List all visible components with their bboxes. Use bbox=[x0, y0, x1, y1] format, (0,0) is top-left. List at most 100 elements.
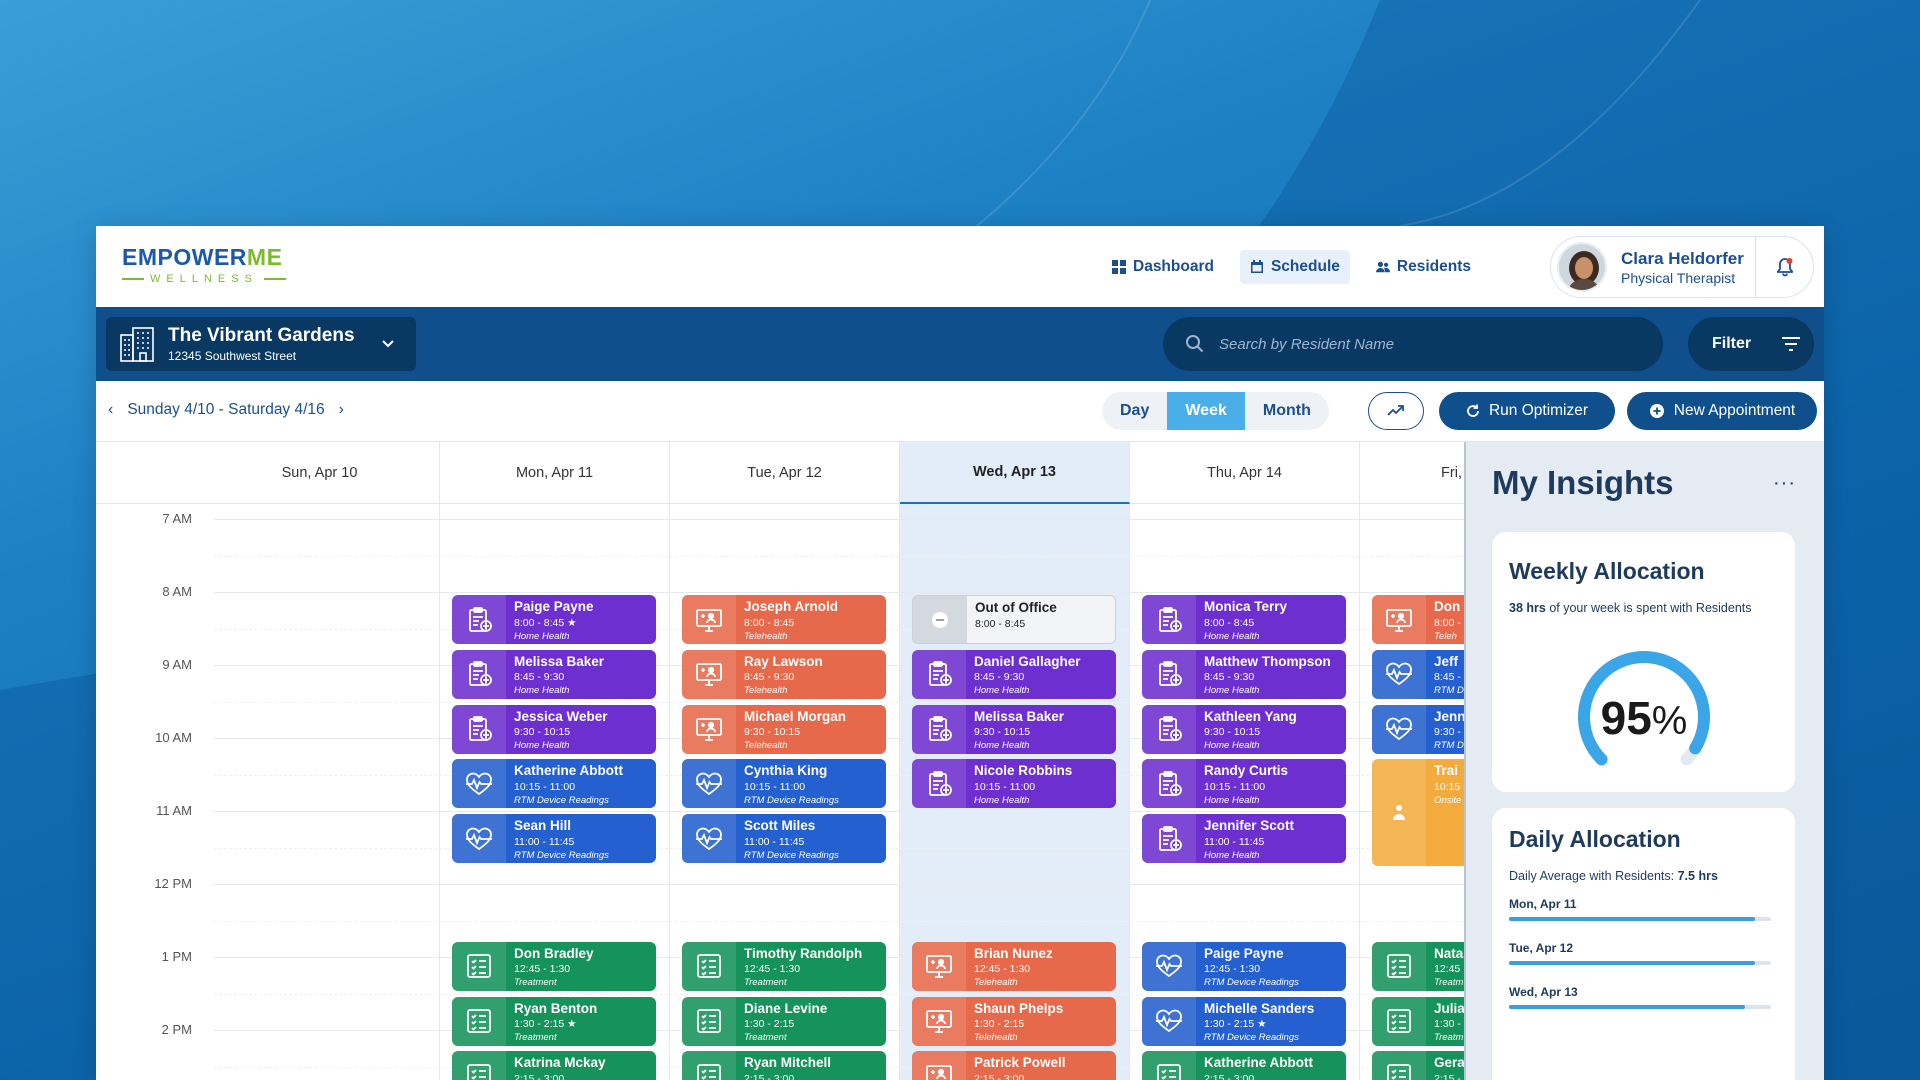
view-month[interactable]: Month bbox=[1245, 392, 1329, 430]
appointment-time: 2:15 - 3:00 bbox=[1204, 1073, 1313, 1080]
appointment-time: 2:15 - 3:00 bbox=[744, 1073, 831, 1080]
nav-residents[interactable]: Residents bbox=[1366, 250, 1481, 284]
appointment-details: Julia 1:30 - Treatm bbox=[1426, 997, 1464, 1046]
appointment-type: Home Health bbox=[1204, 740, 1260, 752]
appointment-card[interactable]: Monica Terry 8:00 - 8:45 Home Health bbox=[1142, 595, 1346, 645]
appointment-time-text: 9:30 - 10:15 bbox=[744, 726, 801, 739]
appointment-card[interactable]: Cynthia King 10:15 - 11:00 RTM Device Read… bbox=[682, 759, 886, 809]
weekly-allocation-card: Weekly Allocation 38 hrs of your week is… bbox=[1492, 532, 1795, 792]
appointment-card[interactable]: Daniel Gallagher 8:45 - 9:30 Home Health bbox=[912, 649, 1116, 699]
appointment-time-text: 2:15 - 3:00 bbox=[514, 1072, 565, 1080]
appointment-card[interactable]: Paige Payne 12:45 - 1:30 RTM Device Readin… bbox=[1142, 941, 1346, 991]
half-hour-line bbox=[214, 555, 1464, 557]
new-appointment-button[interactable]: New Appointment bbox=[1627, 392, 1817, 430]
appointment-time: 2:15 - 3:00 bbox=[514, 1073, 606, 1080]
checklist-icon bbox=[1372, 941, 1426, 991]
clipboard-icon bbox=[912, 649, 966, 699]
appointment-type: Teleh bbox=[1434, 630, 1457, 642]
day-header[interactable]: Thu, Apr 14 bbox=[1130, 442, 1360, 504]
appointment-card[interactable]: Nata 12:45 Treatm bbox=[1372, 941, 1464, 991]
appointment-card[interactable]: Katrina Mckay2:15 - 3:00Treatment bbox=[452, 1051, 656, 1080]
appointment-time-text: 12:45 - 1:30 bbox=[744, 963, 801, 976]
user-name: Clara Heldorfer bbox=[1621, 248, 1744, 268]
appointment-card[interactable]: Matthew Thompson 8:45 - 9:30 Home Health bbox=[1142, 649, 1346, 699]
appointment-card[interactable]: Scott Miles 11:00 - 11:45 RTM Device Readi… bbox=[682, 814, 886, 864]
appointment-card[interactable]: Diane Levine 1:30 - 2:15 Treatment bbox=[682, 996, 886, 1046]
run-optimizer-button[interactable]: Run Optimizer bbox=[1439, 392, 1615, 430]
dashboard-icon bbox=[1112, 260, 1126, 274]
appointment-card[interactable]: Paige Payne 8:00 - 8:45 ★ Home Health bbox=[452, 595, 656, 645]
appointment-card[interactable]: Michael Morgan 9:30 - 10:15 Telehealth bbox=[682, 704, 886, 754]
appointment-card[interactable]: Jessica Weber 9:30 - 10:15 Home Health bbox=[452, 704, 656, 754]
appointment-card[interactable]: Timothy Randolph 12:45 - 1:30 Treatment bbox=[682, 941, 886, 991]
appointment-card[interactable]: Sean Hill 11:00 - 11:45 RTM Device Reading… bbox=[452, 814, 656, 864]
empowerme-logo[interactable]: EMP OWER ME WELLNESS bbox=[122, 244, 302, 294]
appointment-card[interactable]: Katherine Abbott2:15 - 3:00Treatment bbox=[1142, 1051, 1346, 1080]
gauge-value: 95% bbox=[1600, 691, 1688, 744]
nav-schedule[interactable]: Schedule bbox=[1239, 250, 1350, 284]
star-icon: ★ bbox=[564, 616, 577, 629]
appointment-card[interactable]: Trai 10:15 Onsite bbox=[1372, 759, 1464, 866]
appointment-card[interactable]: Melissa Baker 9:30 - 10:15 Home Health bbox=[912, 704, 1116, 754]
daily-bar-fill bbox=[1509, 1005, 1745, 1009]
appointment-name: Ray Lawson bbox=[744, 653, 823, 669]
heart-monitor-icon bbox=[1142, 941, 1196, 991]
appointment-time: 12:45 - 1:30 bbox=[974, 963, 1053, 975]
daily-bar-track bbox=[1509, 1005, 1771, 1009]
daily-bar-row: Wed, Apr 13 bbox=[1509, 985, 1779, 1009]
notifications-button[interactable] bbox=[1755, 237, 1813, 297]
prev-week-button[interactable]: ‹ bbox=[108, 401, 113, 419]
user-profile[interactable]: Clara Heldorfer Physical Therapist bbox=[1550, 236, 1814, 298]
appointment-card[interactable]: Katherine Abbott 10:15 - 11:00 RTM Device … bbox=[452, 759, 656, 809]
search-input[interactable] bbox=[1219, 335, 1619, 353]
appointment-card[interactable]: Jenn 9:30 - RTM D bbox=[1372, 704, 1464, 754]
daily-bars: Mon, Apr 11 Tue, Apr 12 Wed, Apr 13 bbox=[1509, 897, 1779, 1009]
appointment-time: 8:00 - 8:45 bbox=[1204, 617, 1287, 629]
more-options-icon[interactable]: ··· bbox=[1773, 472, 1796, 495]
appointment-card[interactable]: Kathleen Yang 9:30 - 10:15 Home Health bbox=[1142, 704, 1346, 754]
trend-icon bbox=[1387, 405, 1404, 416]
telehealth-monitor-icon bbox=[912, 996, 966, 1046]
appointment-details: Daniel Gallagher 8:45 - 9:30 Home Health bbox=[966, 650, 1081, 699]
appointment-details: Sean Hill 11:00 - 11:45 RTM Device Reading… bbox=[506, 814, 609, 863]
appointment-card[interactable]: Melissa Baker 8:45 - 9:30 Home Health bbox=[452, 649, 656, 699]
appointment-card[interactable]: Julia 1:30 - Treatm bbox=[1372, 996, 1464, 1046]
appointment-card[interactable]: Ray Lawson 8:45 - 9:30 Telehealth bbox=[682, 649, 886, 699]
day-header[interactable]: Sun, Apr 10 bbox=[200, 442, 440, 504]
view-day[interactable]: Day bbox=[1102, 392, 1167, 430]
appointment-time-text: 1:30 - 2:15 bbox=[974, 1018, 1025, 1031]
day-header[interactable]: Mon, Apr 11 bbox=[440, 442, 670, 504]
appointment-card[interactable]: Out of Office 8:00 - 8:45 bbox=[912, 595, 1116, 645]
appointment-card[interactable]: Don 8:00 - Teleh bbox=[1372, 595, 1464, 645]
appointment-card[interactable]: Jennifer Scott 11:00 - 11:45 Home Health bbox=[1142, 814, 1346, 864]
filter-button[interactable]: Filter bbox=[1688, 317, 1814, 371]
daily-bar-fill bbox=[1509, 917, 1756, 921]
next-week-button[interactable]: › bbox=[339, 401, 344, 419]
appointment-card[interactable]: Gera2:15 -Treatm bbox=[1372, 1051, 1464, 1080]
appointment-card[interactable]: Ryan Mitchell2:15 - 3:00Treatment bbox=[682, 1051, 886, 1080]
facility-selector[interactable]: The Vibrant Gardens 12345 Southwest Stre… bbox=[106, 317, 416, 371]
appointment-name: Trai bbox=[1434, 763, 1459, 779]
search-box bbox=[1163, 317, 1663, 371]
daily-bar-track bbox=[1509, 961, 1771, 965]
appointment-card[interactable]: Jeff 8:45 - RTM D bbox=[1372, 649, 1464, 699]
appointment-name: Daniel Gallagher bbox=[974, 653, 1081, 669]
appointment-time-text: 9:30 - 10:15 bbox=[1204, 726, 1261, 739]
view-week[interactable]: Week bbox=[1167, 392, 1245, 430]
appointment-card[interactable]: Shaun Phelps 1:30 - 2:15 Telehealth bbox=[912, 996, 1116, 1046]
appointment-card[interactable]: Randy Curtis 10:15 - 11:00 Home Health bbox=[1142, 759, 1346, 809]
appointment-card[interactable]: Patrick Powell2:15 - 3:00Telehealth bbox=[912, 1051, 1116, 1080]
appointment-card[interactable]: Michelle Sanders 1:30 - 2:15 ★ RTM Device … bbox=[1142, 996, 1346, 1046]
day-header[interactable]: Tue, Apr 12 bbox=[670, 442, 900, 504]
appointment-card[interactable]: Ryan Benton 1:30 - 2:15 ★ Treatment bbox=[452, 996, 656, 1046]
insights-trend-button[interactable] bbox=[1368, 392, 1424, 430]
appointment-card[interactable]: Nicole Robbins 10:15 - 11:00 Home Health bbox=[912, 759, 1116, 809]
day-header[interactable]: Wed, Apr 13 bbox=[900, 442, 1130, 504]
appointment-card[interactable]: Don Bradley 12:45 - 1:30 Treatment bbox=[452, 941, 656, 991]
checklist-icon bbox=[682, 1051, 736, 1080]
appointment-type: Treatment bbox=[744, 977, 787, 989]
day-header[interactable]: Fri, Apr 15 bbox=[1360, 442, 1464, 504]
appointment-card[interactable]: Brian Nunez 12:45 - 1:30 Telehealth bbox=[912, 941, 1116, 991]
appointment-card[interactable]: Joseph Arnold 8:00 - 8:45 Telehealth bbox=[682, 595, 886, 645]
nav-dashboard[interactable]: Dashboard bbox=[1102, 250, 1224, 284]
